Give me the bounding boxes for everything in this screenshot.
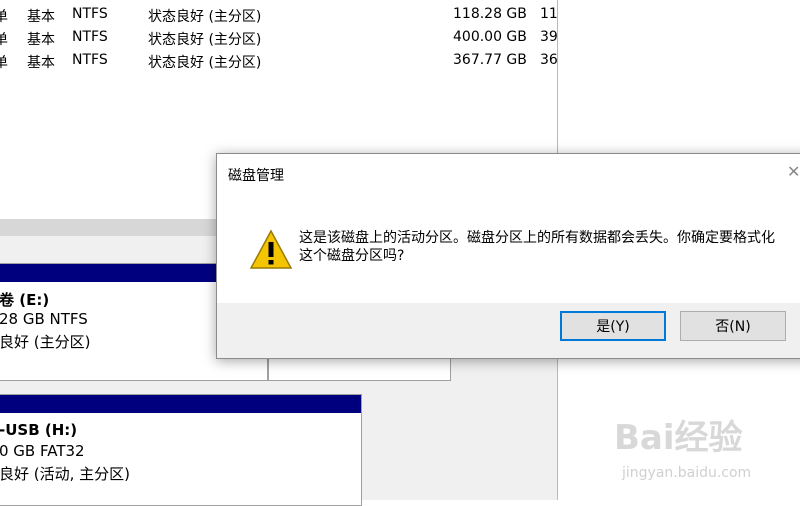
capacity-cell: 118.28 GB	[453, 6, 527, 22]
capacity-cell: 400.00 GB	[453, 29, 527, 45]
no-button[interactable]: 否(N)	[680, 311, 786, 341]
status-cell: 状态良好 (主分区)	[148, 32, 262, 48]
status-cell: 状态良好 (主分区)	[148, 55, 262, 71]
partition-name: 卷 (E:)	[0, 291, 50, 309]
dialog-footer: 是(Y) 否(N)	[217, 303, 800, 358]
watermark-url: jingyan.baidu.com	[622, 465, 752, 481]
type-cell: 基本	[27, 55, 55, 71]
layout-cell: 单	[0, 9, 8, 25]
dialog-message: 这是该磁盘上的活动分区。磁盘分区上的所有数据都会丢失。你确定要格式化 这个磁盘分…	[299, 229, 779, 265]
filesystem-cell: NTFS	[72, 29, 108, 45]
type-cell: 基本	[27, 9, 55, 25]
volume-row[interactable]: 单 基本 NTFS 状态良好 (主分区) 118.28 GB 11	[0, 6, 558, 28]
partition-size: 0 GB FAT32	[0, 442, 85, 460]
free-space-cell: 39	[540, 29, 558, 45]
volume-row[interactable]: 单 基本 NTFS 状态良好 (主分区) 367.77 GB 36	[0, 52, 558, 74]
dialog-title: 磁盘管理	[228, 168, 284, 184]
partition-name: -USB (H:)	[0, 421, 78, 439]
yes-button[interactable]: 是(Y)	[560, 311, 666, 341]
dialog-message-line: 这个磁盘分区吗?	[299, 248, 405, 264]
partition-size: 28 GB NTFS	[0, 310, 88, 328]
watermark-logo: Bai经验	[614, 418, 743, 458]
free-space-cell: 11	[540, 6, 558, 22]
partition-h[interactable]: -USB (H:) 0 GB FAT32 良好 (活动, 主分区)	[0, 394, 362, 506]
filesystem-cell: NTFS	[72, 6, 108, 22]
layout-cell: 单	[0, 32, 8, 48]
partition-status: 良好 (活动, 主分区)	[0, 465, 131, 483]
warning-icon	[249, 229, 293, 269]
volume-row[interactable]: 单 基本 NTFS 状态良好 (主分区) 400.00 GB 39	[0, 29, 558, 51]
partition-header	[0, 395, 361, 413]
type-cell: 基本	[27, 32, 55, 48]
status-cell: 状态良好 (主分区)	[148, 9, 262, 25]
close-icon[interactable]: ✕	[787, 164, 800, 180]
capacity-cell: 367.77 GB	[453, 52, 527, 68]
layout-cell: 单	[0, 55, 8, 71]
free-space-cell: 36	[540, 52, 558, 68]
confirm-dialog: 磁盘管理 ✕ 这是该磁盘上的活动分区。磁盘分区上的所有数据都会丢失。你确定要格式…	[216, 153, 800, 359]
dialog-message-line: 这是该磁盘上的活动分区。磁盘分区上的所有数据都会丢失。你确定要格式化	[299, 230, 775, 246]
partition-status: 良好 (主分区)	[0, 333, 91, 351]
filesystem-cell: NTFS	[72, 52, 108, 68]
